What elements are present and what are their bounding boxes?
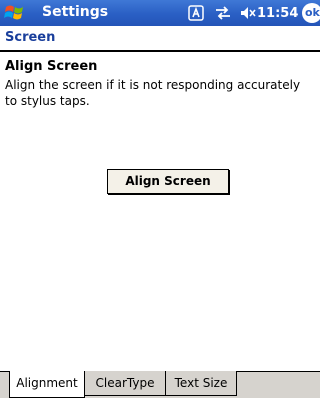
connectivity-icon[interactable]	[214, 3, 232, 23]
input-mode-icon[interactable]	[188, 3, 204, 23]
section-description: Align the screen if it is not responding…	[5, 78, 301, 108]
tab-cleartype[interactable]: ClearType	[85, 371, 166, 396]
ok-button[interactable]: ok	[302, 3, 320, 23]
align-screen-button[interactable]: Align Screen	[107, 169, 229, 194]
clock[interactable]: 11:54	[257, 3, 298, 23]
window-title: Settings	[42, 4, 109, 20]
start-button[interactable]	[2, 1, 36, 25]
tab-alignment[interactable]: Alignment	[9, 371, 85, 398]
title-divider	[0, 50, 320, 52]
windows-flag-icon	[4, 5, 23, 20]
pocket-pc-window: Settings 11:54 ok Screen Align Screen Al…	[0, 0, 320, 398]
volume-icon[interactable]	[240, 3, 256, 23]
title-bar: Settings 11:54 ok	[0, 0, 320, 26]
section-heading: Align Screen	[5, 59, 98, 74]
page-title: Screen	[5, 30, 56, 45]
tab-text-size[interactable]: Text Size	[166, 371, 237, 396]
